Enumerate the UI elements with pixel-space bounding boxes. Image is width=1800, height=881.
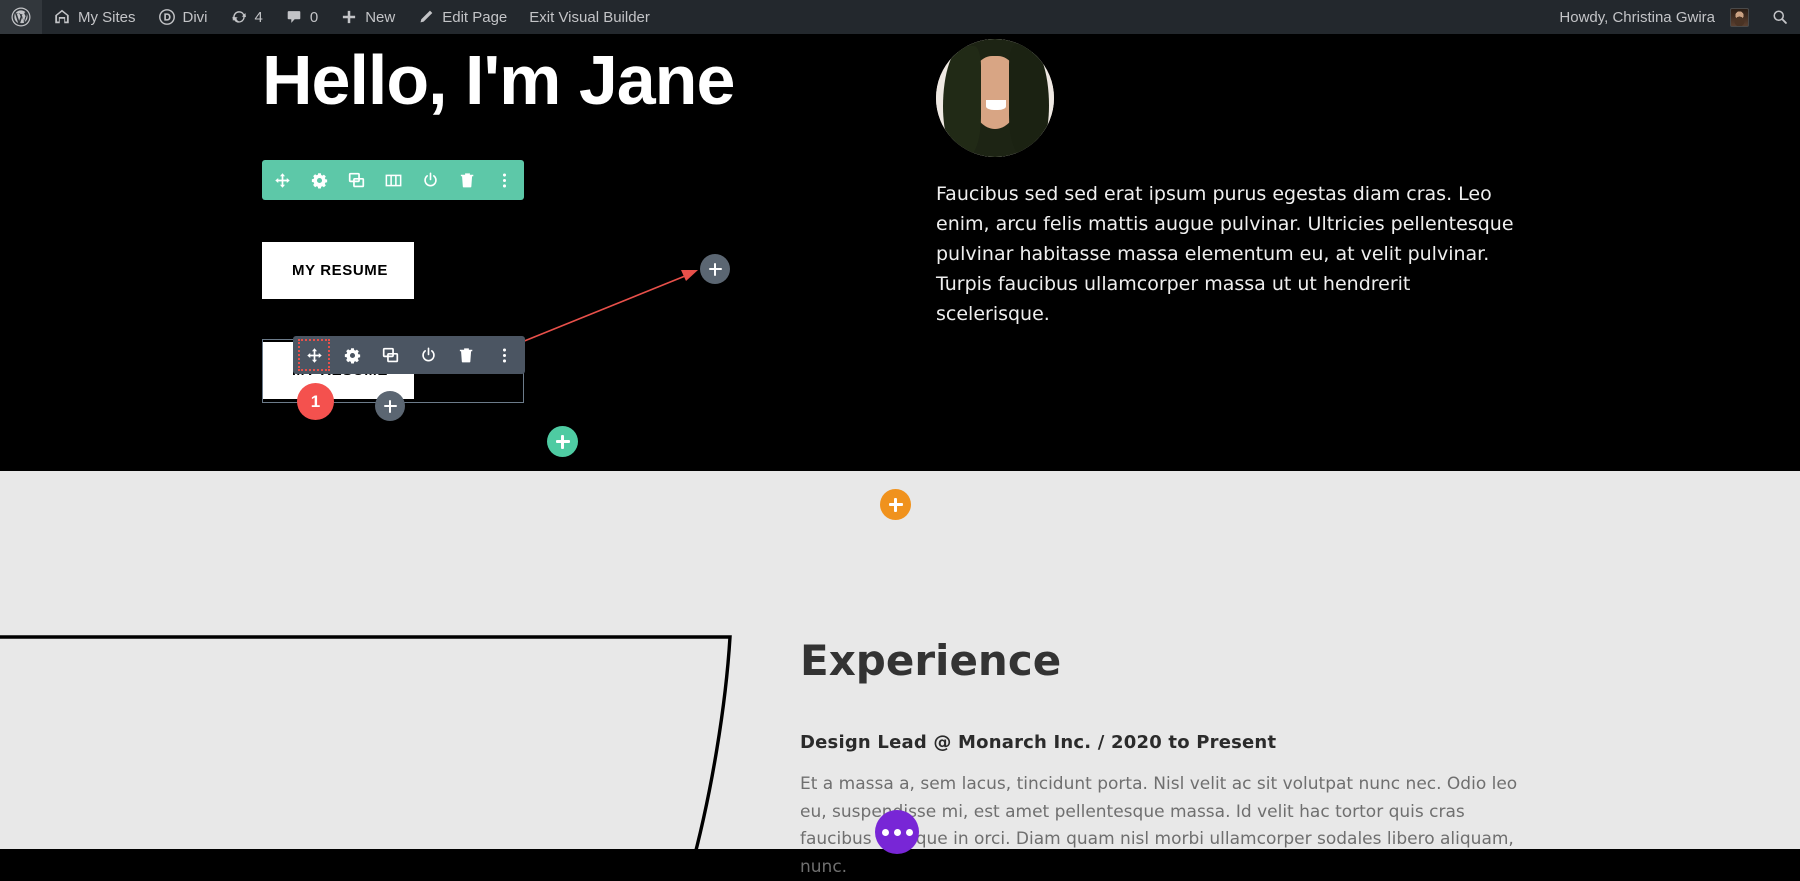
ellipsis-icon [881, 828, 889, 836]
divi-icon [158, 8, 176, 26]
gear-icon[interactable] [341, 344, 363, 366]
move-icon[interactable] [271, 169, 293, 191]
admin-bar-label-my-sites: My Sites [78, 8, 136, 26]
sites-icon [53, 8, 71, 26]
trash-icon[interactable] [455, 344, 477, 366]
kebab-icon[interactable] [493, 344, 515, 366]
admin-bar-right-group: Howdy, Christina Gwira [1548, 0, 1800, 34]
admin-bar-item-exit-visual-builder[interactable]: Exit Visual Builder [518, 0, 661, 34]
admin-bar-item-comments[interactable]: 0 [274, 0, 329, 34]
trash-icon[interactable] [456, 169, 478, 191]
module-toolbar[interactable] [293, 336, 525, 374]
admin-bar-item-edit-page[interactable]: Edit Page [406, 0, 518, 34]
add-module-button[interactable] [375, 391, 405, 421]
decorative-outline-shape [0, 635, 732, 873]
avatar [1730, 7, 1749, 27]
ellipsis-icon [893, 828, 901, 836]
comment-icon [285, 8, 303, 26]
admin-bar-label-divi: Divi [182, 8, 208, 26]
howdy-label: Howdy, Christina Gwira [1559, 8, 1715, 26]
admin-bar-howdy[interactable]: Howdy, Christina Gwira [1548, 0, 1760, 34]
admin-bar-label-comments: 0 [309, 8, 319, 26]
add-row-button-top[interactable] [700, 254, 730, 284]
admin-bar-item-new[interactable]: New [329, 0, 406, 34]
kebab-icon[interactable] [493, 169, 515, 191]
duplicate-icon[interactable] [379, 344, 401, 366]
wordpress-icon [11, 7, 31, 27]
ellipsis-icon [905, 828, 913, 836]
gear-icon[interactable] [308, 169, 330, 191]
page-canvas: Hello, I'm Jane MY RESUME 1 Faucibus sed… [0, 34, 1800, 877]
power-icon[interactable] [419, 169, 441, 191]
admin-bar-item-my-sites[interactable]: My Sites [42, 0, 147, 34]
updates-icon [230, 8, 248, 26]
pencil-icon [417, 8, 435, 26]
admin-bar-label-edit-page: Edit Page [442, 8, 508, 26]
profile-photo [936, 39, 1054, 157]
section-toolbar[interactable] [262, 160, 524, 200]
annotation-step-badge: 1 [297, 383, 334, 420]
my-resume-button-primary[interactable]: MY RESUME [262, 242, 414, 299]
admin-bar-label-exit-visual-builder: Exit Visual Builder [529, 8, 650, 26]
search-icon [1771, 8, 1789, 26]
columns-icon[interactable] [382, 169, 404, 191]
page-settings-bubble[interactable] [875, 810, 919, 854]
move-icon[interactable] [298, 339, 330, 371]
admin-bar-search[interactable] [1760, 0, 1800, 34]
page-title: Hello, I'm Jane [262, 41, 735, 119]
plus-icon [340, 8, 358, 26]
experience-heading: Experience [800, 636, 1062, 685]
add-section-button[interactable] [880, 489, 911, 520]
admin-bar-item-updates[interactable]: 4 [219, 0, 274, 34]
experience-section[interactable]: Experience Design Lead @ Monarch Inc. / … [0, 471, 1800, 877]
admin-bar-label-updates: 4 [254, 8, 263, 26]
experience-job-line: Design Lead @ Monarch Inc. / 2020 to Pre… [800, 732, 1277, 753]
hero-section[interactable]: Hello, I'm Jane MY RESUME 1 Faucibus sed… [0, 34, 1800, 471]
admin-bar-label-new: New [365, 8, 396, 26]
wp-admin-bar: My Sites Divi 4 0 New Edit Page Exit Vis… [0, 0, 1800, 34]
hero-paragraph: Faucibus sed sed erat ipsum purus egesta… [936, 183, 1514, 326]
add-row-button[interactable] [547, 426, 578, 457]
admin-bar-wp-logo[interactable] [0, 0, 42, 34]
admin-bar-item-divi[interactable]: Divi [147, 0, 219, 34]
power-icon[interactable] [417, 344, 439, 366]
duplicate-icon[interactable] [345, 169, 367, 191]
